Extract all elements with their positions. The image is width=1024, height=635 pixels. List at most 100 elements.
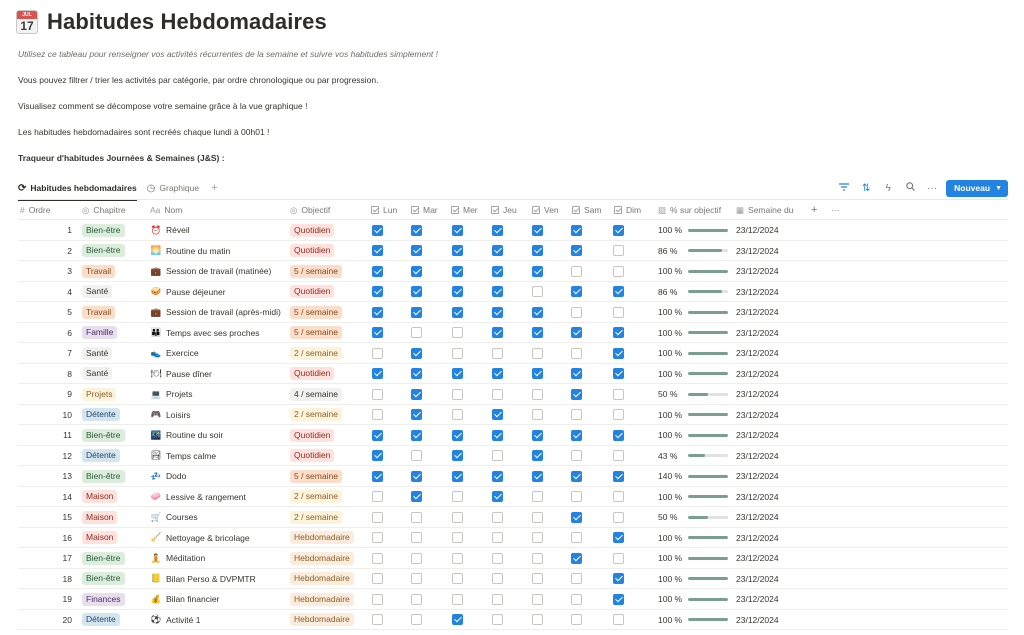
objective-cell[interactable]: 2 / semaine (290, 343, 342, 363)
day-checkbox[interactable] (372, 286, 383, 297)
day-checkbox[interactable] (571, 532, 582, 543)
day-checkbox[interactable] (411, 552, 422, 564)
day-checkbox[interactable] (571, 552, 582, 564)
table-row[interactable]: 7 Santé 👟 Exercice 2 / semaine 100 % 23/12/202… (18, 343, 1008, 364)
objective-cell[interactable]: Quotidien (290, 220, 335, 240)
day-checkbox[interactable] (411, 224, 422, 236)
day-checkbox[interactable] (411, 511, 422, 523)
objective-cell[interactable]: Hebdomadaire (290, 569, 354, 589)
day-checkbox[interactable] (571, 327, 582, 338)
day-checkbox[interactable] (613, 532, 624, 543)
day-checkbox[interactable] (372, 532, 383, 543)
name-cell[interactable]: 📒 Bilan Perso & DVPMTR (150, 569, 256, 589)
day-checkbox[interactable] (492, 470, 503, 482)
sort-icon[interactable]: ⇅ (860, 183, 872, 194)
day-checkbox[interactable] (532, 573, 543, 584)
day-checkbox[interactable] (492, 491, 503, 502)
day-checkbox[interactable] (492, 245, 503, 256)
day-checkbox[interactable] (532, 429, 543, 441)
day-checkbox[interactable] (452, 552, 463, 564)
chapter-cell[interactable]: Maison (82, 528, 118, 548)
day-checkbox[interactable] (452, 327, 463, 338)
tab-graph[interactable]: ◷ Graphique (147, 178, 199, 198)
day-checkbox[interactable] (372, 265, 383, 277)
table-row[interactable]: 10 Détente 🎮 Loisirs 2 / semaine 100 % 23/12/2… (18, 405, 1008, 425)
name-cell[interactable]: ⏰ Réveil (150, 220, 190, 240)
day-checkbox[interactable] (532, 245, 543, 256)
day-checkbox[interactable] (532, 224, 543, 236)
chapter-cell[interactable]: Bien-être (82, 220, 125, 240)
day-checkbox[interactable] (492, 573, 503, 584)
column-header-day-3[interactable]: Jeu (491, 200, 517, 220)
day-checkbox[interactable] (452, 511, 463, 523)
day-checkbox[interactable] (452, 286, 463, 297)
day-checkbox[interactable] (532, 388, 543, 400)
day-checkbox[interactable] (613, 388, 624, 400)
table-row[interactable]: 1 Bien-être ⏰ Réveil Quotidien 100 % 23/12/202… (18, 220, 1008, 241)
day-checkbox[interactable] (613, 245, 624, 256)
name-cell[interactable]: 💼 Session de travail (matinée) (150, 261, 272, 281)
day-checkbox[interactable] (452, 306, 463, 318)
day-checkbox[interactable] (452, 470, 463, 482)
objective-cell[interactable]: Quotidien (290, 425, 335, 445)
objective-cell[interactable]: 5 / semaine (290, 302, 342, 322)
table-row[interactable]: 3 Travail 💼 Session de travail (matinée) 5 /… (18, 261, 1008, 282)
table-row[interactable]: 11 Bien-être 🌃 Routine du soir Quotidien 100 … (18, 425, 1008, 446)
day-checkbox[interactable] (372, 306, 383, 318)
table-row[interactable]: 4 Santé 🥪 Pause déjeuner Quotidien 86 % 23/12/… (18, 282, 1008, 302)
day-checkbox[interactable] (571, 511, 582, 523)
day-checkbox[interactable] (411, 614, 422, 625)
day-checkbox[interactable] (613, 491, 624, 502)
day-checkbox[interactable] (532, 327, 543, 338)
page-title[interactable]: Habitudes Hebdomadaires (47, 9, 327, 35)
table-row[interactable]: 6 Famille 👪 Temps avec ses proches 5 / semai… (18, 323, 1008, 343)
column-header-nom[interactable]: Aa Nom (150, 200, 182, 220)
day-checkbox[interactable] (372, 593, 383, 605)
table-row[interactable]: 20 Détente ⚽ Activité 1 Hebdomadaire 100 % 23/… (18, 610, 1008, 630)
day-checkbox[interactable] (372, 511, 383, 523)
filter-icon[interactable] (838, 182, 850, 194)
objective-cell[interactable]: 5 / semaine (290, 323, 342, 343)
day-checkbox[interactable] (452, 593, 463, 605)
day-checkbox[interactable] (411, 491, 422, 502)
day-checkbox[interactable] (571, 491, 582, 502)
objective-cell[interactable]: 5 / semaine (290, 261, 342, 281)
day-checkbox[interactable] (492, 368, 503, 379)
add-column-button[interactable]: + (811, 200, 817, 220)
day-checkbox[interactable] (411, 347, 422, 359)
table-row[interactable]: 5 Travail 💼 Session de travail (après-midi)… (18, 302, 1008, 323)
chapter-cell[interactable]: Bien-être (82, 241, 125, 261)
day-checkbox[interactable] (372, 347, 383, 359)
day-checkbox[interactable] (613, 470, 624, 482)
column-header-objectif[interactable]: ◎ Objectif (290, 200, 330, 220)
name-cell[interactable]: 🌃 Routine du soir (150, 425, 223, 445)
day-checkbox[interactable] (372, 409, 383, 420)
day-checkbox[interactable] (411, 573, 422, 584)
column-header-pct[interactable]: ▨ % sur objectif (658, 200, 721, 220)
day-checkbox[interactable] (571, 306, 582, 318)
name-cell[interactable]: 🧹 Nettoyage & bricolage (150, 528, 250, 548)
objective-cell[interactable]: Hebdomadaire (290, 589, 354, 609)
objective-cell[interactable]: Quotidien (290, 241, 335, 261)
day-checkbox[interactable] (571, 347, 582, 359)
objective-cell[interactable]: Quotidien (290, 282, 335, 302)
chapter-cell[interactable]: Bien-être (82, 548, 125, 568)
name-cell[interactable]: 👪 Temps avec ses proches (150, 323, 260, 343)
column-header-chapitre[interactable]: ◎ Chapitre (82, 200, 126, 220)
day-checkbox[interactable] (411, 286, 422, 297)
day-checkbox[interactable] (492, 593, 503, 605)
name-cell[interactable]: 💤 Dodo (150, 466, 187, 486)
day-checkbox[interactable] (492, 429, 503, 441)
day-checkbox[interactable] (492, 224, 503, 236)
chapter-cell[interactable]: Maison (82, 507, 118, 527)
day-checkbox[interactable] (613, 552, 624, 564)
name-cell[interactable]: 👟 Exercice (150, 343, 199, 363)
day-checkbox[interactable] (372, 327, 383, 338)
objective-cell[interactable]: Hebdomadaire (290, 548, 354, 568)
chevron-down-icon[interactable]: ▼ (995, 185, 1002, 192)
day-checkbox[interactable] (411, 429, 422, 441)
objective-cell[interactable]: 4 / semaine (290, 384, 342, 404)
chapter-cell[interactable]: Détente (82, 405, 120, 425)
day-checkbox[interactable] (492, 409, 503, 420)
day-checkbox[interactable] (452, 245, 463, 256)
